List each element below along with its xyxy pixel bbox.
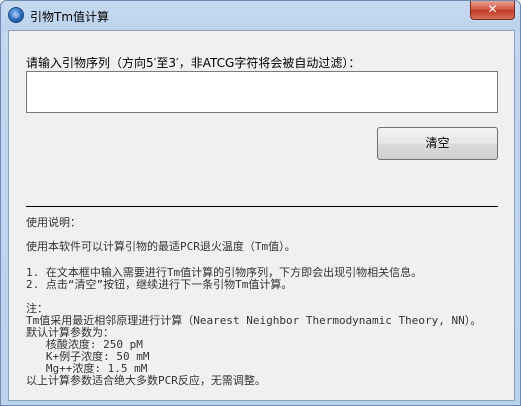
label-prefix: 请输入引物序列（方向5 [26,56,154,70]
sequence-input-label: 请输入引物序列（方向5′至3′，非ATCG字符将会被自动过滤）： [26,54,360,71]
help-intro: 使用本软件可以计算引物的最适PCR退火温度（Tm值）。 [26,240,296,253]
help-step-2: 2. 点击“清空”按钮，继续进行下一条引物Tm值计算。 [26,278,293,291]
clear-button[interactable]: 清空 [377,127,498,160]
client-area: 请输入引物序列（方向5′至3′，非ATCG字符将会被自动过滤）： 清空 使用说明… [8,30,515,401]
app-window: ◎ 引物Tm值计算 ✕ 请输入引物序列（方向5′至3′，非ATCG字符将会被自动… [0,0,521,406]
label-mid: 至3 [156,56,177,70]
window-title: 引物Tm值计算 [30,10,110,24]
close-icon: ✕ [487,2,498,16]
divider [26,206,498,207]
dna-app-icon: ◎ [8,7,24,23]
primer-sequence-input[interactable] [26,71,498,113]
note-footer: 以上计算参数适合绝大多数PCR反应，无需调整。 [26,374,266,387]
help-heading: 使用说明： [26,216,81,229]
label-suffix: ，非ATCG字符将会被自动过滤）： [178,56,361,70]
title-bar[interactable]: ◎ 引物Tm值计算 ✕ [1,1,520,31]
close-button[interactable]: ✕ [470,1,515,20]
